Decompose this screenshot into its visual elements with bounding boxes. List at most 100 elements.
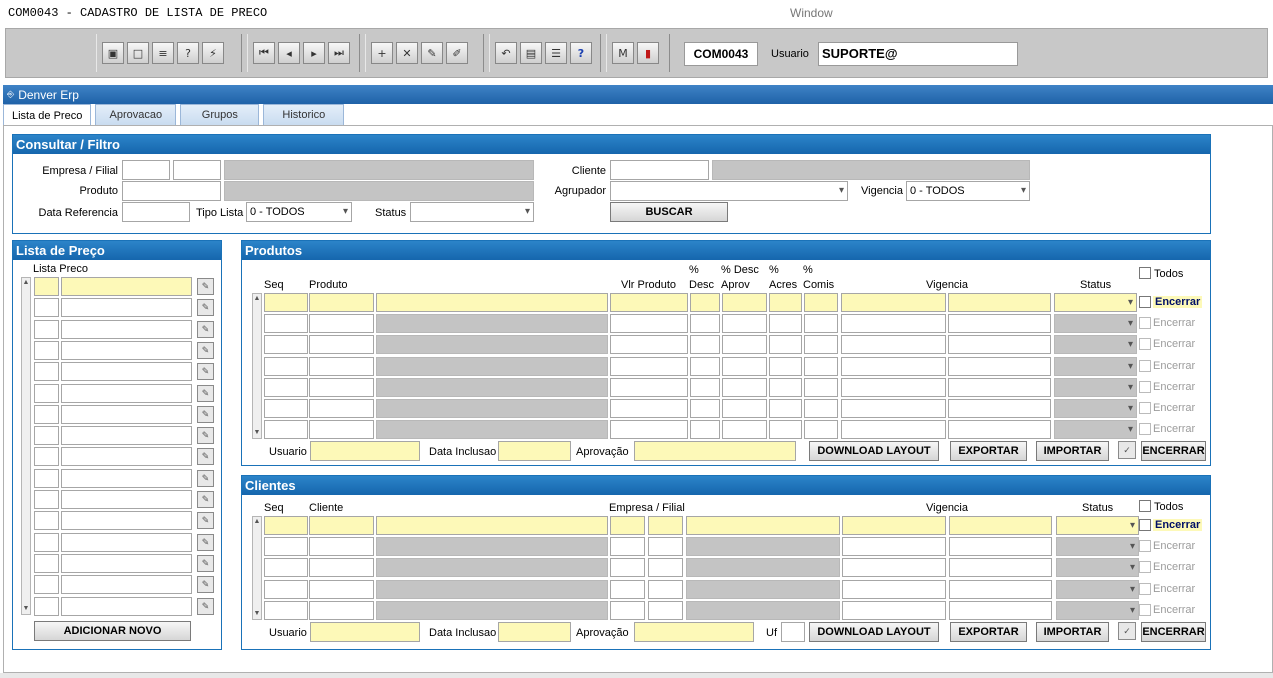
produto-row-produto[interactable]	[309, 420, 374, 440]
lista-row-code[interactable]	[34, 340, 59, 360]
produto-row-produto[interactable]	[309, 356, 374, 376]
produto-row-comis[interactable]	[804, 293, 838, 312]
uf-input[interactable]	[781, 622, 805, 642]
produto-row-seq[interactable]	[264, 356, 308, 376]
produto-row-status[interactable]	[1054, 293, 1137, 312]
produto-row-desc-aprov[interactable]	[722, 420, 767, 440]
cliente-row-seq[interactable]	[264, 558, 308, 578]
lista-row-description[interactable]	[61, 447, 192, 467]
produtos-encerrar-button[interactable]: ENCERRAR	[1141, 441, 1206, 461]
produto-row-vlr-produto[interactable]	[610, 399, 688, 418]
produto-row-vigencia-inicio[interactable]	[841, 293, 946, 312]
lista-row-description[interactable]	[61, 404, 192, 424]
cliente-row-empresa[interactable]	[610, 579, 645, 599]
produto-row-desc[interactable]	[690, 399, 720, 418]
produto-row-produto[interactable]	[309, 399, 374, 418]
produto-row-seq[interactable]	[264, 399, 308, 418]
produto-row-vigencia-inicio[interactable]	[841, 399, 946, 418]
produto-row-vlr-produto[interactable]	[610, 335, 688, 355]
produtos-check-icon[interactable]: ✓	[1118, 441, 1136, 459]
cli-todos-checkbox[interactable]	[1139, 500, 1151, 512]
first-record-icon[interactable]: ⏮	[253, 42, 275, 64]
produto-row-acres[interactable]	[769, 420, 802, 440]
todos-checkbox[interactable]	[1139, 267, 1151, 279]
cliente-row-cliente[interactable]	[309, 600, 374, 620]
cliente-row-nome[interactable]	[376, 516, 608, 535]
cliente-row-seq[interactable]	[264, 516, 308, 535]
produto-row-comis[interactable]	[804, 420, 838, 440]
print-icon[interactable]: ≡	[152, 42, 174, 64]
lista-row-code[interactable]	[34, 426, 59, 446]
cliente-row-vigencia-fim[interactable]	[949, 516, 1052, 535]
cliente-row-filial[interactable]	[648, 600, 683, 620]
menu-icon[interactable]: M	[612, 42, 634, 64]
clientes-encerrar-button[interactable]: ENCERRAR	[1141, 622, 1206, 642]
scroll-down-icon[interactable]: ▼	[253, 609, 261, 619]
lista-row-code[interactable]	[34, 319, 59, 339]
lista-row-description[interactable]	[61, 426, 192, 446]
cliente-row-cliente[interactable]	[309, 516, 374, 535]
lista-row-detail-icon[interactable]: ✎	[197, 448, 214, 466]
produto-row-status[interactable]	[1054, 377, 1137, 397]
lista-row-description[interactable]	[61, 383, 192, 403]
lista-row-code[interactable]	[34, 362, 59, 382]
produto-row-desc[interactable]	[690, 377, 720, 397]
produto-row-vigencia-fim[interactable]	[948, 356, 1051, 376]
query-icon[interactable]: ?	[177, 42, 199, 64]
cliente-row-status[interactable]	[1056, 558, 1139, 578]
cliente-row-empresa[interactable]	[610, 537, 645, 557]
produto-row-status[interactable]	[1054, 356, 1137, 376]
data-referencia-input[interactable]	[122, 202, 190, 222]
produto-row-encerrar-checkbox[interactable]	[1139, 423, 1151, 436]
produto-row-encerrar-checkbox[interactable]	[1139, 296, 1151, 308]
scroll-up-icon[interactable]: ▲	[22, 278, 30, 288]
scroll-up-icon[interactable]: ▲	[253, 517, 261, 527]
cliente-row-status[interactable]	[1056, 600, 1139, 620]
cliente-row-vigencia-inicio[interactable]	[842, 537, 946, 557]
produto-row-desc-aprov[interactable]	[722, 293, 767, 312]
lista-row-description[interactable]	[61, 340, 192, 360]
cliente-row-filial[interactable]	[648, 558, 683, 578]
cliente-row-empresa[interactable]	[610, 600, 645, 620]
lista-row-detail-icon[interactable]: ✎	[197, 299, 214, 317]
produto-row-vigencia-fim[interactable]	[948, 335, 1051, 355]
cliente-row-vigencia-inicio[interactable]	[842, 579, 946, 599]
clientes-scrollbar[interactable]: ▲ ▼	[252, 516, 262, 620]
produto-row-vigencia-fim[interactable]	[948, 293, 1051, 312]
produto-row-desc-aprov[interactable]	[722, 314, 767, 334]
lista-row-detail-icon[interactable]: ✎	[197, 491, 214, 508]
produtos-scrollbar[interactable]: ▲ ▼	[252, 293, 262, 439]
produto-row-encerrar-checkbox[interactable]	[1139, 402, 1151, 414]
cliente-row-empresa-nome[interactable]	[686, 516, 840, 535]
lista-row-code[interactable]	[34, 596, 59, 616]
produto-row-produto[interactable]	[309, 293, 374, 312]
lista-row-code[interactable]	[34, 277, 59, 296]
produto-row-acres[interactable]	[769, 399, 802, 418]
cliente-row-encerrar-checkbox[interactable]	[1139, 582, 1151, 595]
produto-row-encerrar-checkbox[interactable]	[1139, 338, 1151, 351]
tab-aprovacao[interactable]: Aprovacao	[95, 104, 177, 125]
lista-row-description[interactable]	[61, 596, 192, 616]
cliente-row-encerrar-checkbox[interactable]	[1139, 561, 1151, 574]
lista-row-detail-icon[interactable]: ✎	[197, 576, 214, 594]
lista-row-code[interactable]	[34, 468, 59, 488]
cliente-row-vigencia-inicio[interactable]	[842, 600, 946, 620]
cliente-row-status[interactable]	[1056, 579, 1139, 599]
produto-row-seq[interactable]	[264, 335, 308, 355]
lista-row-description[interactable]	[61, 532, 192, 552]
produto-row-vlr-produto[interactable]	[610, 356, 688, 376]
cliente-row-cliente[interactable]	[309, 558, 374, 578]
last-record-icon[interactable]: ⏭	[328, 42, 350, 64]
scroll-up-icon[interactable]: ▲	[253, 294, 261, 304]
lista-row-code[interactable]	[34, 298, 59, 318]
cliente-row-vigencia-fim[interactable]	[949, 537, 1052, 557]
lista-row-description[interactable]	[61, 575, 192, 595]
undo-icon[interactable]: ↶	[495, 42, 517, 64]
insert-icon[interactable]: +	[371, 42, 393, 64]
lista-row-code[interactable]	[34, 511, 59, 531]
produto-row-seq[interactable]	[264, 377, 308, 397]
produto-row-desc-aprov[interactable]	[722, 399, 767, 418]
clientes-check-icon[interactable]: ✓	[1118, 622, 1136, 640]
cliente-row-encerrar-checkbox[interactable]	[1139, 519, 1151, 531]
cliente-row-filial[interactable]	[648, 537, 683, 557]
